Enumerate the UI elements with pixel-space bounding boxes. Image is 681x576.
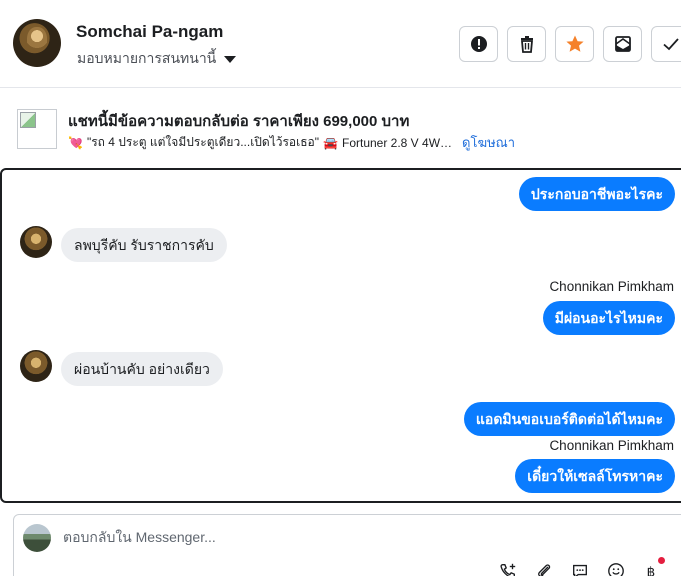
page-avatar [23, 524, 51, 552]
attach-button[interactable] [534, 561, 554, 576]
message-bubble-outgoing[interactable]: ประกอบอาชีพอะไรคะ [518, 177, 675, 211]
emoji-icon [608, 563, 624, 576]
message-bubble-outgoing[interactable]: มีผ่อนอะไรไหมคะ [542, 301, 675, 335]
message-bubble-outgoing[interactable]: แอดมินขอเบอร์ติดต่อได้ไหมคะ [463, 402, 675, 436]
mark-done-button[interactable] [651, 26, 681, 62]
contact-avatar[interactable] [13, 19, 61, 67]
star-icon [565, 35, 584, 52]
message-thread[interactable]: ประกอบอาชีพอะไรคะ ลพบุรีคับ รับราชการคับ… [0, 168, 681, 503]
payment-icon: ฿ [647, 564, 656, 576]
svg-text:฿: ฿ [647, 564, 656, 576]
notification-dot [658, 557, 665, 564]
contact-avatar-small [20, 226, 52, 258]
heart-icon: 💘 [68, 135, 83, 150]
message-sender-name: Chonnikan Pimkham [549, 279, 674, 294]
call-add-icon [500, 563, 516, 576]
payment-button[interactable]: ฿ [642, 557, 665, 576]
emoji-button[interactable] [606, 561, 626, 576]
contact-avatar-small [20, 350, 52, 382]
ad-context: แชทนี้มีข้อความตอบกลับต่อ ราคาเพียง 699,… [0, 89, 681, 167]
assign-conversation-dropdown[interactable]: มอบหมายการสนทนานี้ [77, 48, 237, 70]
trash-icon [520, 36, 533, 53]
contact-name[interactable]: Somchai Pa-ngam [76, 22, 223, 42]
call-button[interactable] [498, 561, 518, 576]
mail-icon [614, 36, 631, 52]
message-bubble-incoming[interactable]: ลพบุรีคับ รับราชการคับ [61, 228, 227, 262]
reply-composer: ฿ [13, 514, 681, 576]
mark-unread-button[interactable] [603, 26, 642, 62]
car-icon: 🚘 [323, 135, 338, 150]
ad-thumbnail [17, 109, 57, 149]
conversation-header: Somchai Pa-ngam มอบหมายการสนทนานี้ [0, 0, 681, 88]
caret-down-icon [224, 55, 237, 63]
ad-subtitle: 💘 "รถ 4 ประตู แต่ใจมีประตูเดียว...เปิดไว… [68, 132, 515, 153]
reply-input[interactable] [63, 529, 663, 545]
report-button[interactable] [459, 26, 498, 62]
saved-replies-icon [573, 564, 587, 576]
message-sender-name: Chonnikan Pimkham [549, 438, 674, 453]
message-bubble-outgoing[interactable]: เดี๋ยวให้เซลล์โทรหาคะ [515, 459, 675, 493]
ad-car-text: Fortuner 2.8 V 4W… [341, 135, 453, 150]
check-icon [662, 38, 679, 51]
delete-button[interactable] [507, 26, 546, 62]
assign-label: มอบหมายการสนทนานี้ [77, 50, 217, 66]
ad-title: แชทนี้มีข้อความตอบกลับต่อ ราคาเพียง 699,… [68, 113, 410, 130]
saved-replies-button[interactable] [570, 561, 590, 576]
report-icon [470, 36, 487, 52]
composer-toolbar: ฿ [498, 557, 665, 576]
star-button[interactable] [555, 26, 594, 62]
ad-subtitle-text: "รถ 4 ประตู แต่ใจมีประตูเดียว...เปิดไว้ร… [86, 135, 320, 149]
message-bubble-incoming[interactable]: ผ่อนบ้านคับ อย่างเดียว [61, 352, 223, 386]
view-ad-link[interactable]: ดูโฆษณา [462, 132, 515, 153]
attachment-icon [538, 564, 551, 576]
